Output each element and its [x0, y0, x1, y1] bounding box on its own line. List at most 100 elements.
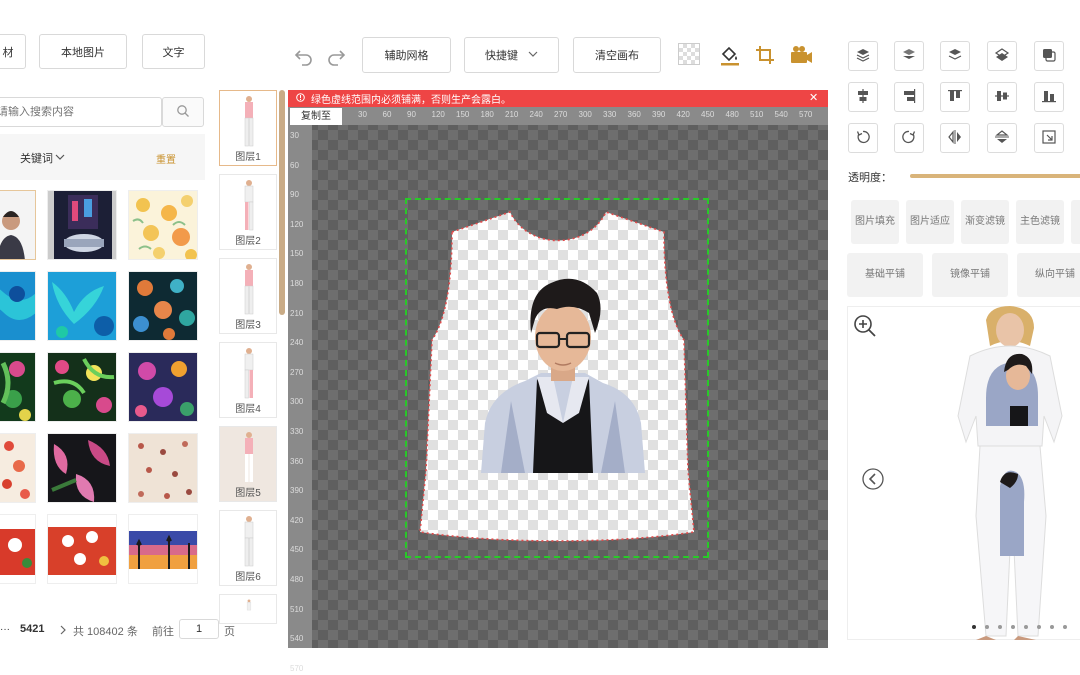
material-thumb-2[interactable] [47, 190, 117, 260]
layer-top-button[interactable] [848, 41, 878, 71]
keyword-filter-dropdown[interactable]: 关键词 [20, 150, 65, 166]
transparent-grid-icon[interactable] [678, 43, 700, 65]
layer-item-4[interactable]: 图层4 [219, 342, 277, 418]
layer-item-6[interactable]: 图层6 [219, 510, 277, 586]
material-thumb-13[interactable] [0, 514, 36, 584]
mirror-tile-button[interactable]: 镜像平铺 [932, 253, 1008, 297]
prev-image-icon[interactable] [861, 467, 885, 491]
local-image-tab-button[interactable]: 本地图片 [39, 34, 127, 69]
material-thumb-1[interactable] [0, 190, 36, 260]
close-warning-icon[interactable]: ✕ [809, 92, 821, 104]
layer-item-7[interactable] [219, 594, 277, 624]
layer-preview-figure [246, 599, 252, 611]
align-top-button[interactable] [940, 82, 970, 112]
zoom-in-icon[interactable] [853, 314, 877, 338]
material-thumb-4[interactable] [0, 271, 36, 341]
carousel-dot-active[interactable] [972, 625, 976, 629]
ruler-top-tick: 570 [799, 110, 813, 119]
opacity-slider[interactable] [910, 174, 1080, 178]
material-thumb-9[interactable] [128, 352, 198, 422]
gradient-filter-button[interactable]: 渐变滤镜 [961, 200, 1009, 244]
align-middle-button[interactable] [987, 82, 1017, 112]
align-center-h-button[interactable] [848, 82, 878, 112]
pagination-ellipsis[interactable]: ··· [0, 624, 10, 635]
carousel-dot[interactable] [1063, 625, 1067, 629]
undo-icon[interactable] [293, 45, 315, 67]
crop-icon[interactable] [754, 44, 776, 66]
reset-link[interactable]: 重置 [156, 151, 176, 166]
pagination-goto-input[interactable]: 1 [179, 619, 219, 639]
ruler-top-tick: 360 [627, 110, 641, 119]
material-thumb-10[interactable] [0, 433, 36, 503]
main-color-filter-button[interactable]: 主色滤镜 [1016, 200, 1064, 244]
align-bottom-button[interactable] [1034, 82, 1064, 112]
layer-label: 图层5 [235, 488, 261, 499]
paint-bucket-icon[interactable] [718, 43, 742, 67]
layer-item-2[interactable]: 图层2 [219, 174, 277, 250]
more-filter-button[interactable] [1071, 200, 1080, 244]
ruler-left-tick: 510 [290, 604, 304, 614]
fit-canvas-button[interactable] [1034, 123, 1064, 153]
clear-canvas-button[interactable]: 清空画布 [573, 37, 661, 73]
material-thumb-8[interactable] [47, 352, 117, 422]
material-thumb-7[interactable] [0, 352, 36, 422]
ruler-left-tick: 150 [290, 249, 304, 259]
chevron-right-icon[interactable] [59, 624, 67, 638]
material-thumb-6[interactable] [128, 271, 198, 341]
ruler-top-tick: 300 [578, 110, 592, 119]
rotate-right-icon [901, 129, 917, 148]
basic-tile-button[interactable]: 基础平铺 [847, 253, 923, 297]
image-fit-button[interactable]: 图片适应 [906, 200, 954, 244]
bring-forward-icon [901, 47, 917, 66]
carousel-dot[interactable] [998, 625, 1002, 629]
rotate-right-button[interactable] [894, 123, 924, 153]
ruler-top-tick: 270 [554, 110, 568, 119]
material-thumb-3[interactable] [128, 190, 198, 260]
send-to-back-icon [994, 47, 1010, 66]
material-tab-button[interactable]: 材 [0, 34, 26, 69]
flip-vertical-button[interactable] [987, 123, 1017, 153]
layer-item-1[interactable]: 图层1 [219, 90, 277, 166]
material-thumb-14[interactable] [47, 514, 117, 584]
ruler-left: 30 60 90 120 150 180 210 240 270 300 330 360 390 420 4… [288, 125, 312, 673]
carousel-dot[interactable] [985, 625, 989, 629]
carousel-dot[interactable] [1011, 625, 1015, 629]
search-input[interactable] [0, 106, 157, 118]
image-fill-button[interactable]: 图片填充 [851, 200, 899, 244]
layers-scrollbar[interactable] [279, 90, 285, 315]
layer-item-3[interactable]: 图层3 [219, 258, 277, 334]
rotate-left-button[interactable] [848, 123, 878, 153]
material-thumb-5[interactable] [47, 271, 117, 341]
text-tab-button[interactable]: 文字 [142, 34, 205, 69]
search-box[interactable] [0, 97, 162, 127]
camera-icon[interactable] [789, 44, 813, 66]
pagination-current[interactable]: 5421 [20, 623, 44, 635]
shortcut-dropdown[interactable]: 快捷键 [464, 37, 559, 73]
ruler-top-tick: 510 [750, 110, 764, 119]
material-thumb-11[interactable] [47, 433, 117, 503]
align-right-button[interactable] [894, 82, 924, 112]
layer-label: 图层3 [235, 320, 261, 331]
ruler-top-tick: 240 [529, 110, 543, 119]
layer-bottom-button[interactable] [987, 41, 1017, 71]
layer-item-5[interactable]: 图层5 [219, 426, 277, 502]
send-backward-icon [947, 47, 963, 66]
search-button[interactable] [162, 97, 204, 127]
carousel-dot[interactable] [1024, 625, 1028, 629]
carousel-dots[interactable] [972, 625, 1067, 629]
duplicate-button[interactable] [1034, 41, 1064, 71]
material-thumb-12[interactable] [128, 433, 198, 503]
material-thumb-15[interactable] [128, 514, 198, 584]
layer-up-button[interactable] [894, 41, 924, 71]
layer-down-button[interactable] [940, 41, 970, 71]
portrait-graphic[interactable] [481, 273, 645, 473]
grid-button[interactable]: 辅助网格 [362, 37, 451, 73]
carousel-dot[interactable] [1037, 625, 1041, 629]
ruler-left-tick: 60 [290, 160, 299, 170]
redo-icon[interactable] [325, 45, 347, 67]
copy-to-button[interactable]: 复制至 [290, 108, 342, 125]
carousel-dot[interactable] [1050, 625, 1054, 629]
vertical-tile-button[interactable]: 纵向平铺 [1017, 253, 1080, 297]
flip-horizontal-button[interactable] [940, 123, 970, 153]
opacity-label: 透明度： [848, 172, 892, 184]
